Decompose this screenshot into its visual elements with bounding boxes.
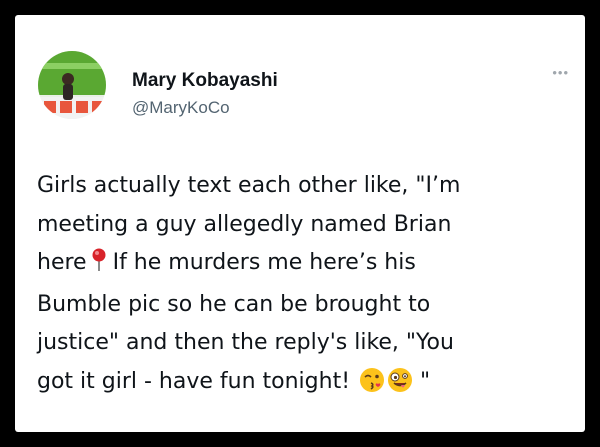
zany-face-emoji <box>387 367 413 407</box>
tweet-line: Girls actually text each other like, "I’… <box>37 173 461 198</box>
tweet-text: Girls actually text each other like, "I’… <box>37 167 577 406</box>
tweet-card: Mary Kobayashi @MaryKoCo ••• Girls actua… <box>15 15 585 432</box>
author-name[interactable]: Mary Kobayashi <box>132 70 278 92</box>
tweet-line: justice" and then the reply's like, "You <box>37 330 454 355</box>
avatar-image <box>38 51 106 119</box>
tweet-text-segment: If he murders me here’s his <box>112 250 416 275</box>
author-handle[interactable]: @MaryKoCo <box>132 98 230 118</box>
tweet-line: meeting a guy allegedly named Brian <box>37 211 452 237</box>
tweet-line: got it girl - have fun tonight! " <box>37 363 577 407</box>
tweet-line: here If he murders me here’s his <box>37 244 577 286</box>
avatar[interactable] <box>38 51 106 119</box>
round-pushpin-emoji <box>89 247 109 286</box>
kissing-face-emoji <box>359 367 385 407</box>
tweet-text-segment: got it girl - have fun tonight! <box>37 368 351 394</box>
tweet-text-segment: " <box>420 368 431 394</box>
tweet-line: Bumble pic so he can be brought to <box>37 291 431 317</box>
tweet-text-segment: here <box>37 250 87 275</box>
more-dots-icon[interactable]: ••• <box>552 65 569 80</box>
